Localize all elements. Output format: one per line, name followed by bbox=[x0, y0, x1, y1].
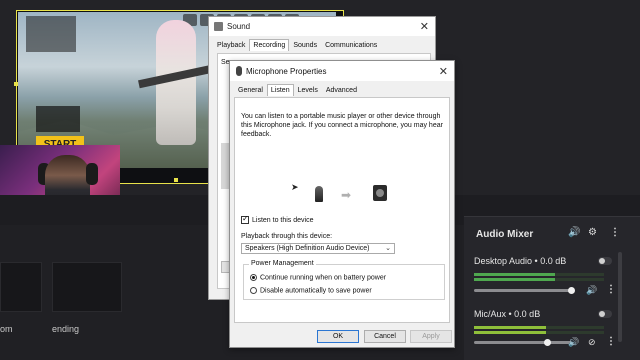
tab-communications[interactable]: Communications bbox=[321, 39, 381, 52]
playback-label: Playback through this device: bbox=[241, 233, 333, 240]
speaker-icon[interactable]: 🔊 bbox=[568, 227, 580, 239]
mic-tabs: General Listen Levels Advanced bbox=[234, 84, 361, 97]
track-mic-aux: Mic/Aux • 0.0 dB bbox=[474, 309, 541, 319]
tab-recording[interactable]: Recording bbox=[249, 39, 290, 51]
speaker-icon[interactable]: 🔊 bbox=[568, 337, 579, 348]
volume-meter bbox=[474, 326, 604, 329]
radio-label: Disable automatically to save power bbox=[260, 287, 372, 295]
close-icon[interactable]: ✕ bbox=[439, 65, 448, 78]
transform-handle[interactable] bbox=[174, 178, 178, 182]
more-icon[interactable]: ⋮ bbox=[606, 284, 616, 295]
mic-titlebar: Microphone Properties ✕ bbox=[230, 61, 454, 81]
chevron-down-icon[interactable]: ⌄ bbox=[385, 244, 391, 253]
tab-advanced[interactable]: Advanced bbox=[322, 84, 361, 97]
headphone-right bbox=[86, 163, 98, 185]
power-management-legend: Power Management bbox=[249, 260, 316, 267]
radio-icon[interactable] bbox=[250, 274, 257, 281]
volume-meter-fill bbox=[474, 278, 555, 281]
power-management-group: Power Management Continue running when o… bbox=[243, 260, 445, 300]
checkbox-label: Listen to this device bbox=[252, 216, 314, 224]
speaker-icon bbox=[373, 185, 387, 201]
game-player-hud bbox=[26, 16, 76, 52]
track-desktop-audio: Desktop Audio • 0.0 dB bbox=[474, 256, 567, 266]
sound-title: Sound bbox=[227, 22, 251, 31]
volume-meter bbox=[474, 278, 604, 281]
tab-sounds[interactable]: Sounds bbox=[289, 39, 321, 52]
close-icon[interactable]: ✕ bbox=[420, 20, 429, 33]
apply-button[interactable]: Apply bbox=[410, 330, 452, 343]
scene-label: ending bbox=[52, 324, 80, 334]
radio-continue-running[interactable]: Continue running when on battery power bbox=[250, 274, 386, 281]
sound-tabs: Playback Recording Sounds Communications bbox=[213, 39, 381, 53]
listen-diagram: ➡ bbox=[309, 184, 399, 206]
audio-mixer-title: Audio Mixer bbox=[476, 229, 534, 240]
playback-device-value: Speakers (High Definition Audio Device) bbox=[245, 245, 370, 252]
track-toggle[interactable] bbox=[598, 310, 612, 318]
volume-meter bbox=[474, 331, 604, 334]
cancel-button[interactable]: Cancel bbox=[364, 330, 406, 343]
more-icon[interactable]: ⋮ bbox=[606, 336, 616, 347]
volume-slider[interactable] bbox=[474, 289, 574, 292]
mic-dialog-title: Microphone Properties bbox=[246, 67, 327, 76]
tab-listen[interactable]: Listen bbox=[266, 84, 294, 96]
volume-slider-knob[interactable] bbox=[544, 339, 551, 346]
radio-label: Continue running when on battery power bbox=[260, 274, 387, 282]
arrow-right-icon: ➡ bbox=[341, 188, 352, 202]
listen-tab-content: You can listen to a portable music playe… bbox=[234, 97, 450, 323]
mixer-scrollbar[interactable] bbox=[618, 252, 622, 342]
track-toggle[interactable] bbox=[598, 257, 612, 265]
transform-handle[interactable] bbox=[14, 82, 18, 86]
mouse-cursor-icon: ➤ bbox=[291, 182, 299, 192]
microphone-properties-dialog: Microphone Properties ✕ General Listen Lev… bbox=[229, 60, 455, 348]
game-info-panel bbox=[36, 106, 80, 132]
scene-label: om bbox=[0, 324, 13, 334]
speaker-icon bbox=[214, 22, 223, 31]
tab-playback[interactable]: Playback bbox=[213, 39, 249, 52]
volume-meter-fill bbox=[474, 273, 555, 276]
volume-slider[interactable] bbox=[474, 341, 574, 344]
sound-titlebar: Sound ✕ bbox=[209, 17, 435, 36]
lock-icon[interactable]: ⊘ bbox=[588, 337, 596, 348]
scene-thumbnail[interactable] bbox=[0, 262, 42, 312]
scene-thumbnail[interactable] bbox=[52, 262, 122, 312]
checkbox-icon[interactable] bbox=[241, 214, 249, 224]
microphone-icon bbox=[236, 66, 242, 76]
volume-meter-fill bbox=[474, 326, 546, 329]
speaker-icon[interactable]: 🔊 bbox=[586, 285, 597, 296]
ok-button[interactable]: OK bbox=[317, 330, 359, 343]
tab-levels[interactable]: Levels bbox=[294, 84, 322, 97]
volume-meter-fill bbox=[474, 331, 546, 334]
radio-icon[interactable] bbox=[250, 287, 257, 294]
volume-meter bbox=[474, 273, 604, 276]
listen-to-device-checkbox[interactable]: Listen to this device bbox=[241, 214, 314, 224]
gear-icon[interactable]: ⚙ bbox=[588, 227, 597, 239]
volume-slider-knob[interactable] bbox=[568, 287, 575, 294]
listen-description: You can listen to a portable music playe… bbox=[241, 113, 443, 138]
tab-general[interactable]: General bbox=[234, 84, 267, 97]
playback-device-select[interactable]: Speakers (High Definition Audio Device) … bbox=[241, 243, 395, 254]
more-icon[interactable]: ⋮ bbox=[610, 227, 620, 239]
radio-disable-automatically[interactable]: Disable automatically to save power bbox=[250, 287, 372, 294]
audio-mixer-dock: Audio Mixer 🔊 ⚙ ⋮ Desktop Audio • 0.0 dB… bbox=[464, 216, 640, 360]
microphone-icon bbox=[315, 186, 323, 202]
